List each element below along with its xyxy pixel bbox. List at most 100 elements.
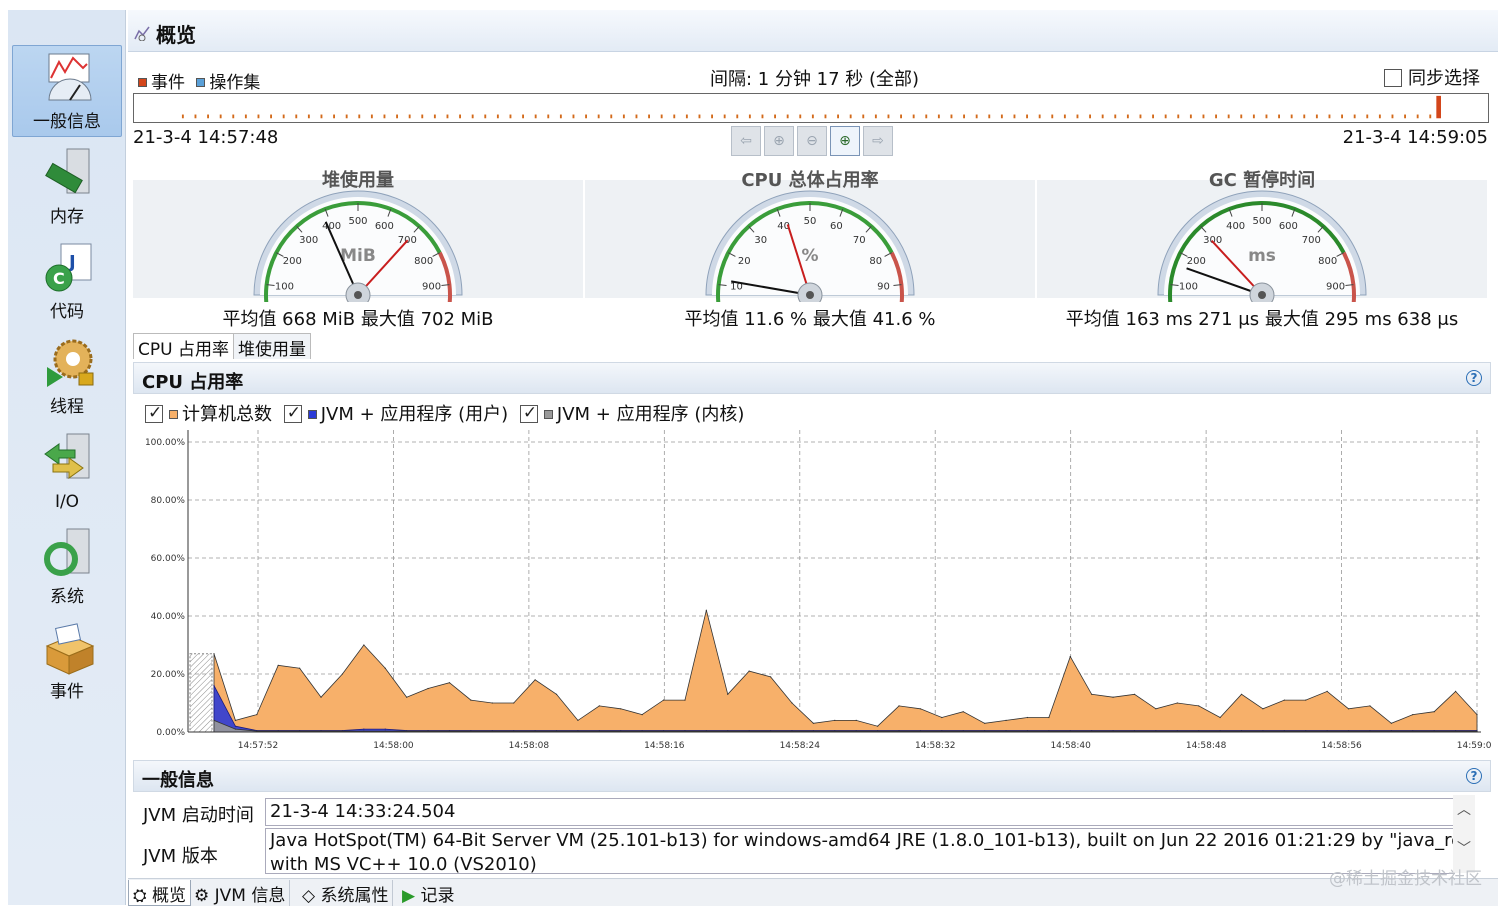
timeline-tick — [585, 114, 587, 119]
timeline-tick — [534, 114, 537, 119]
zoom-selection-button[interactable]: ⊕ — [830, 126, 860, 156]
timeline-tick — [1240, 114, 1243, 119]
gauge-tick-label: 90 — [877, 282, 890, 293]
timeline-tick — [1000, 114, 1003, 119]
sidebar-item-events[interactable]: 事件 — [12, 615, 122, 707]
chart-legend: 计算机总数 JVM + 应用程序 (用户) JVM + 应用程序 (内核) — [145, 400, 750, 426]
forward-button[interactable]: ⇨ — [863, 126, 893, 156]
sidebar-item-memory[interactable]: 内存 — [12, 140, 122, 232]
tab-log[interactable]: ▶ 记录 — [398, 880, 458, 906]
x-tick-label: 14:58:00 — [373, 741, 414, 751]
timeline-tick — [1013, 114, 1016, 119]
x-tick-label: 14:57:52 — [238, 741, 278, 751]
data-point — [470, 699, 472, 701]
timeline-tick — [1063, 114, 1066, 119]
timeline-tick — [257, 114, 260, 119]
legend-total[interactable]: 计算机总数 — [145, 403, 272, 425]
ops-swatch — [196, 78, 206, 87]
timeline-tick — [622, 114, 625, 119]
jvm-start-row: JVM 启动时间 21-3-4 14:33:24.504 — [133, 798, 1455, 828]
zoom-toolbar: ⇦ ⊕ ⊖ ⊕ ⇨ — [731, 126, 896, 158]
timeline-tick — [547, 114, 550, 119]
gc-gauge: 01002003004005006007008009001000ms — [1157, 190, 1367, 302]
timeline-tick — [320, 114, 323, 119]
vertical-scrollbar[interactable]: ︿ ﹀ — [1453, 795, 1475, 873]
data-point — [1412, 714, 1414, 716]
timeline-bar[interactable] — [133, 93, 1489, 123]
data-point — [1026, 716, 1029, 719]
sync-checkbox-box[interactable] — [1384, 69, 1402, 87]
zoom-out-button[interactable]: ⊖ — [797, 126, 827, 156]
timeline-tick — [459, 114, 461, 119]
sidebar-item-code[interactable]: J C 代码 — [12, 235, 122, 327]
timeline-tick — [1026, 114, 1028, 119]
timeline-tick — [925, 114, 928, 119]
scroll-up-icon[interactable]: ︿ — [1453, 795, 1475, 834]
help-icon[interactable]: ? — [1466, 768, 1482, 784]
sync-selection-checkbox[interactable]: 同步选择 — [1384, 64, 1480, 90]
x-tick-label: 14:58:16 — [644, 741, 685, 751]
event-box-icon — [45, 623, 95, 675]
timeline-tick — [1202, 114, 1205, 119]
timeline-tick — [433, 114, 436, 119]
data-point — [277, 664, 279, 666]
data-point — [1005, 719, 1007, 721]
overview-chart-icon — [48, 53, 92, 101]
x-tick-label: 14:58:24 — [780, 741, 821, 751]
timeline-tick — [1189, 114, 1192, 119]
help-icon[interactable]: ? — [1466, 370, 1482, 386]
tab-heap-usage[interactable]: 堆使用量 — [232, 333, 311, 360]
jvm-start-label: JVM 启动时间 — [143, 805, 254, 826]
sync-label: 同步选择 — [1408, 68, 1480, 89]
x-tick-label: 14:58:32 — [915, 741, 955, 751]
section-title: CPU 占用率 — [142, 372, 244, 393]
timeline-tick — [270, 114, 272, 119]
data-point — [363, 728, 365, 730]
jvm-version-row: JVM 版本 Java HotSpot(TM) 64-Bit Server VM… — [133, 828, 1455, 874]
sidebar-item-io[interactable]: I/O — [12, 425, 122, 517]
timeline-tick — [421, 114, 424, 119]
tab-overview[interactable]: ⛭ 概览 — [128, 880, 192, 906]
timeline-tick — [975, 114, 978, 119]
data-point — [213, 653, 215, 655]
data-point — [1112, 696, 1114, 698]
data-point — [791, 702, 793, 704]
zoom-in-button[interactable]: ⊕ — [764, 126, 794, 156]
timeline-tick — [232, 114, 235, 119]
data-point — [427, 687, 429, 690]
tab-jvm-info[interactable]: ⚙ JVM 信息 — [190, 880, 291, 906]
jvm-start-value[interactable]: 21-3-4 14:33:24.504 — [265, 798, 1455, 826]
data-point — [1262, 708, 1264, 710]
back-button[interactable]: ⇦ — [731, 126, 761, 156]
timeline-tick — [446, 114, 449, 119]
timeline-tick — [698, 114, 701, 119]
timeline-tick — [837, 114, 839, 119]
jvm-version-value[interactable]: Java HotSpot(TM) 64-Bit Server VM (25.10… — [265, 828, 1455, 874]
interval-label: 间隔: 1 分钟 17 秒 (全部) — [710, 69, 920, 90]
bottom-tab-bar: ⛭ 概览 ⚙ JVM 信息 ◇ 系统属性 ▶ 记录 — [128, 878, 1498, 906]
sidebar-item-label: 线程 — [50, 397, 84, 417]
sidebar-item-label: 系统 — [50, 587, 84, 607]
sidebar-item-threads[interactable]: 线程 — [12, 330, 122, 422]
tab-cpu-usage[interactable]: CPU 占用率 — [133, 333, 234, 360]
y-tick-label: 60.00% — [151, 554, 186, 564]
timeline-tick — [307, 114, 310, 119]
x-tick-label: 14:59:04 — [1457, 741, 1491, 751]
timeline-tick — [912, 114, 915, 119]
gauge-tick-label: 900 — [1326, 282, 1345, 293]
data-point — [1390, 722, 1392, 724]
legend-jvm-user[interactable]: JVM + 应用程序 (用户) — [283, 403, 508, 425]
tab-system-properties[interactable]: ◇ 系统属性 — [298, 880, 394, 906]
sidebar-item-system[interactable]: 系统 — [12, 520, 122, 612]
data-point — [641, 714, 643, 716]
sidebar-item-general[interactable]: 一般信息 — [12, 45, 122, 137]
legend-jvm-kernel[interactable]: JVM + 应用程序 (内核) — [519, 403, 744, 425]
data-point — [662, 699, 665, 701]
timeline-tick — [799, 114, 802, 119]
timeline-tick — [748, 114, 751, 119]
x-tick-label: 14:58:08 — [509, 741, 550, 751]
cpu-usage-chart[interactable]: 0.00% 20.00% 40.00% 60.00% 80.00% 100.00% 14:5… — [133, 430, 1491, 765]
gauge-tick-label: 60 — [830, 221, 843, 232]
gauge-tick-label: 30 — [754, 235, 767, 246]
gauge-tick-label: 500 — [1252, 216, 1271, 227]
